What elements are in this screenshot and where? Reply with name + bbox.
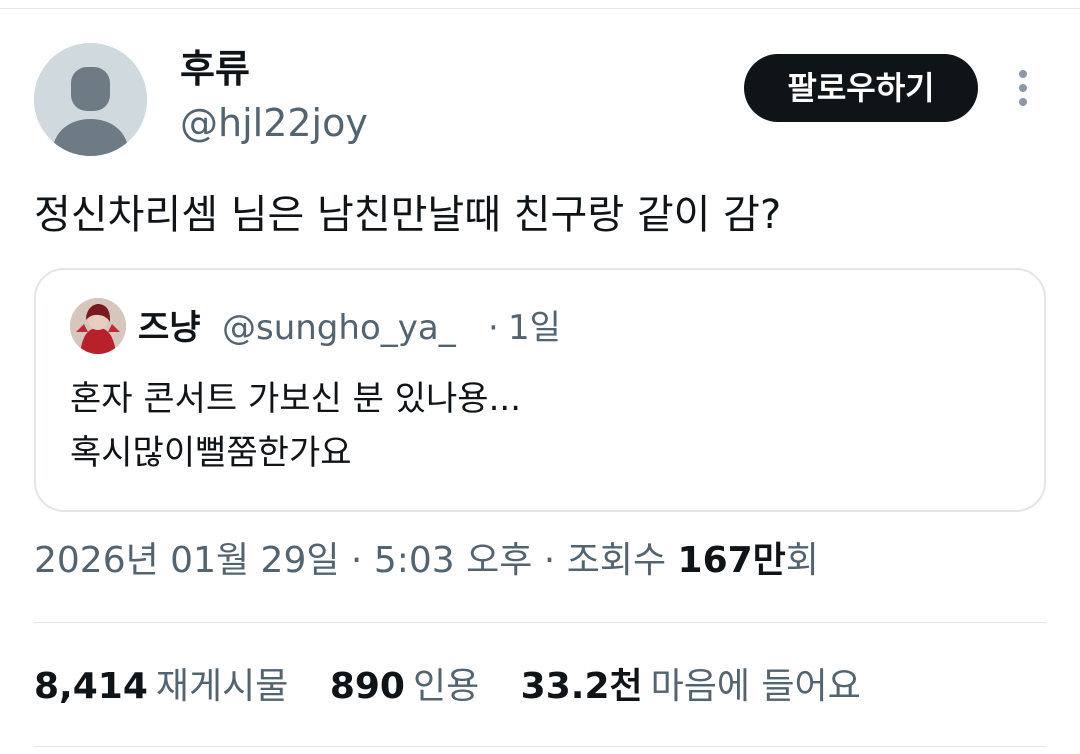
quotes-stat[interactable]: 890 인용 bbox=[330, 662, 479, 712]
views-suffix: 회 bbox=[785, 540, 819, 581]
views-count: 167만 bbox=[677, 540, 786, 581]
quoted-tweet-time[interactable]: 1일 bbox=[508, 306, 561, 350]
quoted-author-handle[interactable]: @sungho_ya_ bbox=[222, 306, 456, 350]
reposts-stat[interactable]: 8,414 재게시물 bbox=[34, 662, 288, 712]
quoted-author-avatar[interactable] bbox=[70, 298, 126, 354]
quoted-tweet-card[interactable]: 즈냥 @sungho_ya_ · 1일 혼자 콘서트 가보신 분 있나용... … bbox=[34, 268, 1046, 512]
likes-stat[interactable]: 33.2천 마음에 들어요 bbox=[521, 662, 861, 712]
quotes-count: 890 bbox=[329, 666, 405, 707]
default-profile-icon bbox=[34, 43, 147, 156]
quoted-author-name[interactable]: 즈냥 bbox=[138, 306, 201, 350]
engagement-stats: 8,414 재게시물 890 인용 33.2천 마음에 들어요 bbox=[34, 662, 891, 712]
likes-count: 33.2천 bbox=[520, 666, 643, 707]
top-divider bbox=[0, 8, 1080, 9]
author-display-name[interactable]: 후류 bbox=[180, 44, 250, 94]
tweet-metadata: 2026년 01월 29일 · 5:03 오후 · 조회수 167만회 bbox=[34, 536, 819, 586]
tweet-time[interactable]: 5:03 오후 bbox=[374, 540, 533, 581]
more-vertical-icon[interactable] bbox=[1008, 66, 1038, 110]
author-handle[interactable]: @hjl22joy bbox=[180, 98, 368, 148]
tweet-text: 정신차리셈 님은 남친만날때 친구랑 같이 감? bbox=[34, 192, 782, 238]
likes-label: 마음에 들어요 bbox=[650, 666, 861, 707]
quoted-tweet-text-line: 혼자 콘서트 가보신 분 있나용... bbox=[70, 379, 522, 419]
section-divider bbox=[34, 746, 1046, 747]
quotes-label: 인용 bbox=[412, 666, 480, 707]
reposts-label: 재게시물 bbox=[155, 666, 289, 707]
separator-dot: · bbox=[532, 540, 567, 581]
views-label: 조회수 bbox=[566, 540, 678, 581]
author-avatar[interactable] bbox=[34, 43, 147, 156]
separator-dot: · bbox=[488, 308, 499, 348]
profile-photo-icon bbox=[70, 298, 126, 354]
quoted-tweet-text-line: 혹시많이뻘쭘한가요 bbox=[70, 433, 352, 473]
tweet-date[interactable]: 2026년 01월 29일 bbox=[34, 540, 339, 581]
separator-dot: · bbox=[339, 540, 374, 581]
section-divider bbox=[34, 622, 1046, 623]
follow-button[interactable]: 팔로우하기 bbox=[744, 54, 978, 122]
reposts-count: 8,414 bbox=[34, 666, 148, 707]
